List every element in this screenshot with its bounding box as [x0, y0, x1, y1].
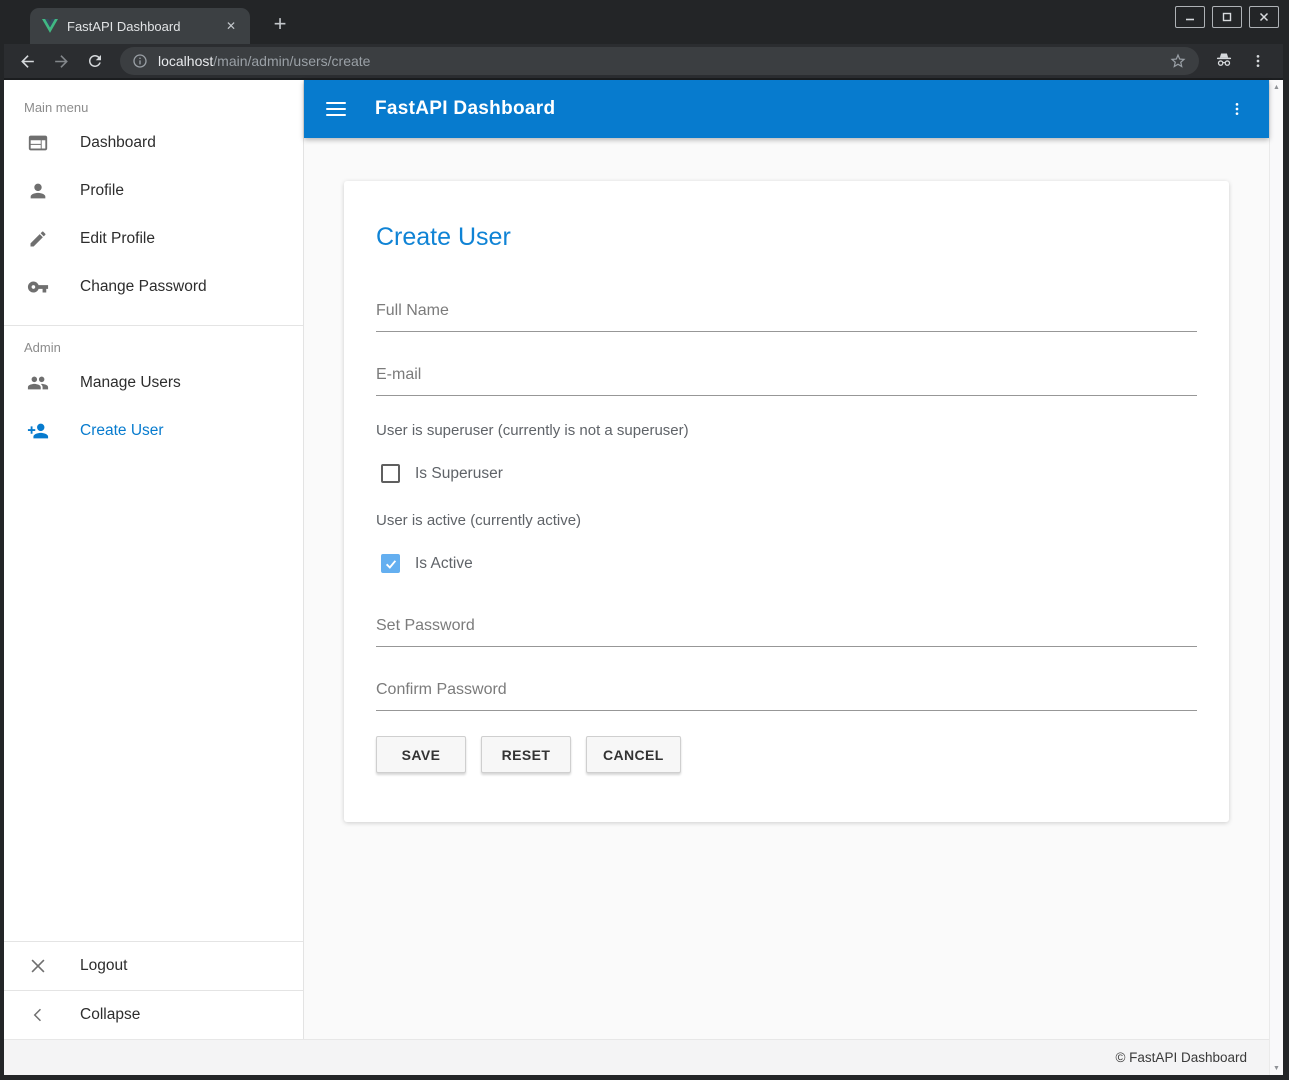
incognito-icon: [1214, 51, 1234, 71]
sidebar-item-label: Change Password: [80, 278, 207, 296]
url-host: localhost: [158, 53, 213, 69]
create-user-card: Create User User is superuser (currently…: [344, 181, 1229, 822]
vertical-scrollbar[interactable]: ▲ ▼: [1269, 80, 1283, 1075]
window-maximize-button[interactable]: [1212, 6, 1242, 28]
sidebar-item-edit-profile[interactable]: Edit Profile: [4, 215, 303, 263]
incognito-indicator: [1209, 46, 1239, 76]
sidebar-item-label: Edit Profile: [80, 230, 155, 248]
reload-button[interactable]: [80, 46, 110, 76]
check-icon: [384, 557, 398, 571]
sidebar-item-label: Collapse: [80, 1006, 140, 1024]
app-title: FastAPI Dashboard: [375, 98, 555, 120]
full-name-input[interactable]: [376, 298, 1197, 332]
sidebar-item-dashboard[interactable]: Dashboard: [4, 119, 303, 167]
set-password-input[interactable]: [376, 613, 1197, 647]
is-superuser-checkbox-row[interactable]: Is Superuser: [376, 464, 1197, 483]
scroll-up-icon[interactable]: ▲: [1273, 84, 1280, 91]
set-password-field-wrap: [376, 613, 1197, 647]
page-title: Create User: [376, 223, 1197, 252]
new-tab-button[interactable]: +: [266, 10, 294, 38]
browser-toolbar: localhost/main/admin/users/create: [4, 44, 1283, 80]
email-input[interactable]: [376, 362, 1197, 396]
is-active-checkbox-row[interactable]: Is Active: [376, 554, 1197, 573]
person-icon: [27, 180, 49, 202]
maximize-icon: [1221, 11, 1233, 23]
reset-button[interactable]: RESET: [481, 736, 571, 773]
minimize-icon: [1184, 11, 1196, 23]
superuser-note: User is superuser (currently is not a su…: [376, 422, 1197, 439]
person-add-icon: [27, 420, 49, 442]
tab-close-icon[interactable]: ✕: [222, 17, 240, 35]
sidebar-item-label: Profile: [80, 182, 124, 200]
sidebar-item-label: Logout: [80, 957, 127, 975]
is-superuser-checkbox[interactable]: [381, 464, 400, 483]
back-arrow-icon: [18, 52, 37, 71]
people-icon: [27, 372, 49, 394]
sidebar-item-manage-users[interactable]: Manage Users: [4, 359, 303, 407]
site-info-icon[interactable]: [132, 53, 148, 69]
url-path: /main/admin/users/create: [213, 53, 370, 69]
forward-arrow-icon: [52, 52, 71, 71]
window-minimize-button[interactable]: [1175, 6, 1205, 28]
sidebar-item-label: Manage Users: [80, 374, 181, 392]
sidebar-item-label: Dashboard: [80, 134, 156, 152]
back-button[interactable]: [12, 46, 42, 76]
window-close-button[interactable]: [1249, 6, 1279, 28]
appbar-menu-button[interactable]: [1221, 93, 1253, 125]
three-dots-icon: [1250, 53, 1266, 69]
is-active-label: Is Active: [415, 555, 473, 573]
confirm-password-input[interactable]: [376, 677, 1197, 711]
browser-menu-button[interactable]: [1243, 46, 1273, 76]
pencil-icon: [27, 228, 49, 250]
reload-icon: [86, 52, 104, 70]
url-text[interactable]: localhost/main/admin/users/create: [158, 53, 1159, 69]
three-dots-icon: [1229, 101, 1245, 117]
chevron-left-icon: [27, 1004, 49, 1026]
confirm-password-field-wrap: [376, 677, 1197, 711]
url-bar[interactable]: localhost/main/admin/users/create: [120, 47, 1199, 75]
tab-strip: FastAPI Dashboard ✕ +: [4, 0, 1283, 44]
is-superuser-label: Is Superuser: [415, 465, 503, 483]
sidebar-item-collapse[interactable]: Collapse: [4, 991, 303, 1039]
sidebar-section-main-menu: Main menu: [4, 80, 303, 119]
footer: © FastAPI Dashboard: [4, 1039, 1269, 1075]
close-icon: [1258, 11, 1270, 23]
page: Main menu Dashboard Profile: [4, 80, 1283, 1075]
sidebar-item-label: Create User: [80, 422, 164, 440]
close-x-icon: [27, 955, 49, 977]
footer-copyright: © FastAPI Dashboard: [1115, 1050, 1247, 1065]
sidebar-item-create-user[interactable]: Create User: [4, 407, 303, 455]
cancel-button[interactable]: CANCEL: [586, 736, 681, 773]
main-area: FastAPI Dashboard Create User: [304, 80, 1269, 1039]
save-button[interactable]: SAVE: [376, 736, 466, 773]
sidebar-item-change-password[interactable]: Change Password: [4, 263, 303, 311]
tab-title: FastAPI Dashboard: [67, 19, 213, 34]
scroll-down-icon[interactable]: ▼: [1273, 1065, 1280, 1072]
active-note: User is active (currently active): [376, 512, 1197, 529]
browser-tab[interactable]: FastAPI Dashboard ✕: [30, 8, 250, 44]
full-name-field-wrap: [376, 298, 1197, 332]
forward-button[interactable]: [46, 46, 76, 76]
vue-favicon-icon: [42, 19, 58, 33]
content-area: Create User User is superuser (currently…: [304, 138, 1269, 1039]
app-bar: FastAPI Dashboard: [304, 80, 1269, 138]
email-field-wrap: [376, 362, 1197, 396]
key-icon: [27, 276, 49, 298]
sidebar: Main menu Dashboard Profile: [4, 80, 304, 1039]
window-controls: [1175, 6, 1279, 28]
browser-window: FastAPI Dashboard ✕ + local: [0, 0, 1289, 1080]
sidebar-item-logout[interactable]: Logout: [4, 942, 303, 990]
dashboard-web-icon: [27, 132, 49, 154]
bookmark-star-icon[interactable]: [1169, 52, 1187, 70]
sidebar-item-profile[interactable]: Profile: [4, 167, 303, 215]
sidebar-section-admin: Admin: [4, 326, 303, 359]
is-active-checkbox[interactable]: [381, 554, 400, 573]
hamburger-menu-icon[interactable]: [326, 102, 346, 116]
form-actions: SAVE RESET CANCEL: [376, 736, 1197, 773]
